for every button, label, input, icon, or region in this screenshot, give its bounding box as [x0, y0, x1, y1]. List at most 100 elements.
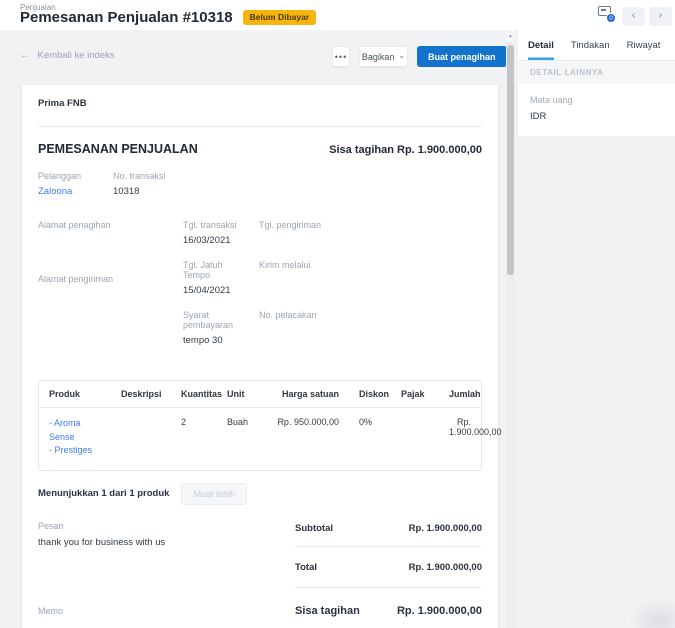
column-header-quantity: Kuantitas [171, 381, 222, 408]
transaction-no-field: No. transaksi 10318 [113, 171, 166, 197]
message-label: Pesan [38, 520, 64, 531]
fields-grid-spacer [38, 310, 183, 346]
shipping-date-field: Tgl. pengiriman [259, 220, 482, 246]
transaction-no-value: 10318 [113, 186, 140, 197]
transaction-no-label: No. transaksi [113, 171, 166, 181]
due-date-label: Tgl. Jatuh Tempo [183, 260, 223, 280]
load-more-button[interactable]: Muat lebih [181, 482, 247, 505]
notes-and-totals: Pesan thank you for business with us Mem… [38, 521, 482, 628]
tracking-no-field: No. pelacakan [259, 310, 482, 346]
divider [38, 126, 482, 127]
shipping-address-label: Alamat pengiriman [38, 274, 114, 284]
total-row: Total Rp. 1.900.000,00 [295, 562, 482, 588]
back-to-index-link[interactable]: ← Kembali ke indeks [20, 50, 115, 61]
currency-label: Mata uang [530, 95, 573, 105]
chevron-right-icon: › [658, 10, 663, 21]
column-header-tax: Pajak [391, 381, 439, 408]
description-cell [111, 408, 171, 470]
customer-row: Pelanggan Zaloona No. transaksi 10318 [38, 171, 482, 197]
column-header-unit-price: Harga satuan [259, 381, 349, 408]
document-title-row: PEMESANAN PENJUALAN Sisa tagihan Rp. 1.9… [38, 142, 482, 156]
column-header-unit: Unit [217, 381, 259, 408]
sidebar-tab-bar: Detail Tindakan Riwayat × [518, 30, 675, 61]
document-fields-grid: Alamat penagihan Tgl. transaksi 16/03/20… [38, 220, 482, 360]
quantity-cell: 2 [181, 417, 187, 427]
subtotal-value: Rp. 1.900.000,00 [408, 522, 482, 534]
product-table: Produk Deskripsi Kuantitas Unit Harga sa… [38, 380, 502, 471]
customer-link[interactable]: Zaloona [38, 186, 113, 197]
create-invoice-button[interactable]: Buat penagihan [417, 46, 507, 67]
more-actions-button[interactable]: ••• [332, 46, 350, 67]
subtotal-label: Subtotal [295, 522, 333, 534]
scrollbar-thumb[interactable] [507, 45, 514, 275]
ship-via-label: Kirim melalui [259, 260, 311, 270]
content-area: ← Kembali ke indeks ••• Bagikan ⌄ Buat p… [0, 30, 675, 628]
balance-due-header: Sisa tagihan Rp. 1.900.000,00 [329, 144, 482, 156]
message-text: thank you for business with us [38, 536, 166, 548]
tax-cell [391, 408, 439, 470]
tracking-no-label: No. pelacakan [259, 310, 317, 320]
shipping-date-label: Tgl. pengiriman [259, 220, 322, 230]
balance-due-value: Rp. 1.900.000,00 [396, 604, 482, 617]
prev-record-button[interactable]: ‹ [622, 7, 645, 26]
status-badge: Belum Dibayar [242, 10, 317, 25]
tab-detail[interactable]: Detail [528, 30, 554, 60]
back-link-label: Kembali ke indeks [37, 50, 115, 61]
sidebar-detail-body: Mata uang IDR [518, 84, 675, 136]
scrollbar-up-button[interactable]: ▴ [506, 30, 515, 42]
next-record-button[interactable]: › [649, 7, 672, 26]
payment-terms-label: Syarat pembayaran [183, 310, 234, 330]
total-label: Total [295, 561, 317, 573]
ellipsis-icon: ••• [334, 51, 348, 62]
product-link[interactable]: - Aroma Sense [49, 417, 105, 444]
sidebar-section-header: DETAIL LAINNYA [518, 61, 675, 84]
memo-label: Memo [38, 605, 64, 616]
balance-due-row: Sisa tagihan Rp. 1.900.000,00 [295, 605, 482, 617]
app-window: Penjualan Pemesanan Penjualan #10318 Bel… [0, 0, 675, 628]
column-header-amount: Jumlah [439, 381, 481, 408]
triangle-up-icon: ▴ [509, 33, 512, 39]
showing-count-label: Menunjukkan 1 dari 1 produk [38, 488, 170, 499]
share-button[interactable]: Bagikan ⌄ [359, 46, 408, 67]
detail-sidebar: Detail Tindakan Riwayat × DETAIL LAINNYA… [518, 30, 675, 628]
table-row: - Aroma Sense - Prestiges 2 Buah Rp. 950… [39, 408, 502, 470]
billing-address-field: Alamat penagihan [38, 220, 183, 246]
vertical-scrollbar[interactable]: ▴ [506, 30, 515, 628]
transaction-date-value: 16/03/2021 [183, 235, 231, 246]
column-header-description: Deskripsi [111, 381, 171, 408]
page-title: Pemesanan Penjualan #10318 [20, 9, 233, 26]
due-date-value: 15/04/2021 [183, 285, 231, 296]
back-arrow-icon: ← [20, 50, 30, 61]
billing-address-label: Alamat penagihan [38, 220, 111, 230]
tab-riwayat[interactable]: Riwayat [627, 30, 661, 60]
unit-cell: Buah [227, 417, 249, 427]
payment-terms-field: Syarat pembayaran tempo 30 [183, 310, 259, 346]
notifications-icon-detail [601, 9, 606, 11]
transaction-date-label: Tgl. transaksi [183, 220, 237, 230]
document-title: PEMESANAN PENJUALAN [38, 142, 198, 156]
subtotal-row: Subtotal Rp. 1.900.000,00 [295, 521, 482, 547]
company-name: Prima FNB [38, 98, 87, 109]
customer-field: Pelanggan Zaloona [38, 171, 113, 197]
tab-tindakan[interactable]: Tindakan [571, 30, 610, 60]
column-header-product: Produk [39, 381, 111, 408]
customer-label: Pelanggan [38, 171, 82, 181]
unit-price-cell: Rp. 950.000,00 [277, 417, 339, 427]
payment-terms-value: tempo 30 [183, 335, 223, 346]
balance-due-label: Sisa tagihan [295, 604, 360, 617]
totals-column: Subtotal Rp. 1.900.000,00 Total Rp. 1.90… [295, 521, 482, 628]
ship-via-field: Kirim melalui [259, 260, 482, 296]
notification-count-badge: 0 [606, 13, 616, 23]
notifications-icon[interactable]: 0 [598, 6, 616, 23]
page-header: Penjualan Pemesanan Penjualan #10318 Bel… [0, 0, 675, 30]
product-table-header-row: Produk Deskripsi Kuantitas Unit Harga sa… [39, 381, 481, 408]
product-cell: - Aroma Sense - Prestiges [39, 408, 111, 470]
due-date-field: Tgl. Jatuh Tempo 15/04/2021 [183, 260, 259, 296]
column-header-discount: Diskon [349, 381, 391, 408]
notes-column: Pesan thank you for business with us Mem… [38, 521, 295, 628]
create-invoice-label: Buat penagihan [428, 51, 496, 62]
shipping-address-field: Alamat pengiriman [38, 260, 183, 296]
product-link[interactable]: - Prestiges [49, 444, 105, 458]
share-button-label: Bagikan [361, 51, 395, 62]
discount-cell: 0% [359, 417, 373, 427]
